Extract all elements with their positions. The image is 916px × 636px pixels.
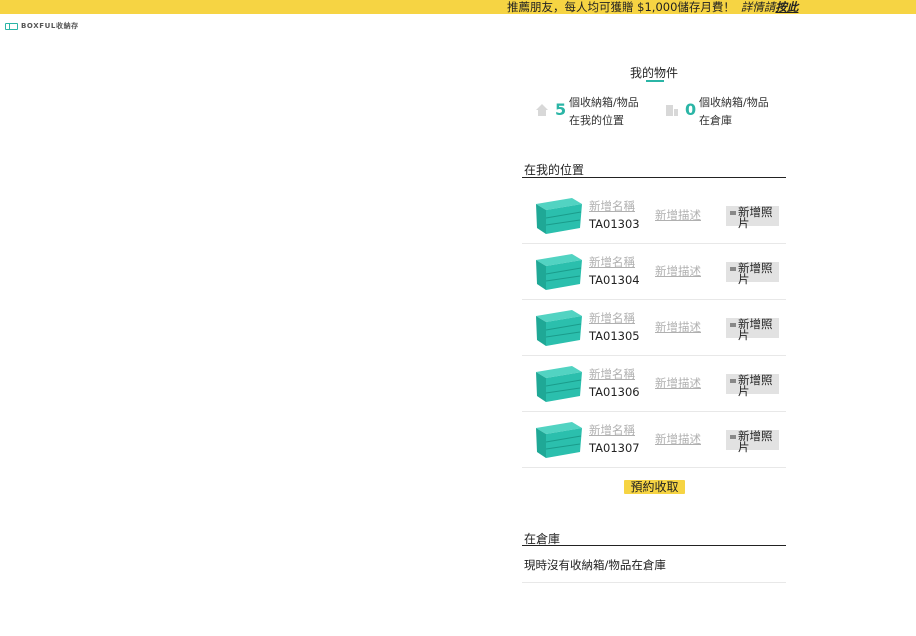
- item-name-link[interactable]: 新增名稱: [589, 422, 635, 438]
- promo-detail: 詳情請: [740, 0, 776, 14]
- item-description-link[interactable]: 新增描述: [655, 263, 701, 279]
- camera-icon: [730, 435, 736, 439]
- list-item: 新增名稱 TA01305 新增描述 新增照片: [522, 300, 786, 356]
- home-count: 5: [555, 100, 567, 119]
- warehouse-empty-message: 現時沒有收納箱/物品在倉庫: [524, 558, 666, 572]
- summary-in-warehouse: 0 個收納箱/物品 在倉庫: [665, 94, 769, 130]
- warehouse-icon: [666, 105, 678, 116]
- item-description-link[interactable]: 新增描述: [655, 431, 701, 447]
- boxful-logo[interactable]: BOXFUL收納存: [5, 21, 79, 31]
- section-title-my-location: 在我的位置: [524, 163, 585, 177]
- camera-icon: [730, 267, 736, 271]
- add-photo-button[interactable]: 新增照片: [726, 261, 779, 286]
- summary-at-home: 5 個收納箱/物品 在我的位置: [535, 94, 639, 130]
- add-photo-label: 新增照片: [738, 205, 773, 230]
- promo-banner: 推薦朋友，每人均可獲贈 $1,000儲存月費！ 詳情請按此: [0, 0, 916, 14]
- list-item: 新增名稱 TA01304 新增描述 新增照片: [522, 244, 786, 300]
- camera-icon: [730, 379, 736, 383]
- schedule-pickup-button[interactable]: 預約收取: [624, 480, 685, 494]
- tab-my-items[interactable]: 我的物件: [630, 64, 678, 81]
- add-photo-label: 新增照片: [738, 429, 773, 454]
- list-item: 新增名稱 TA01306 新增描述 新增照片: [522, 356, 786, 412]
- section-divider: [522, 545, 786, 546]
- add-photo-label: 新增照片: [738, 373, 773, 398]
- section-divider: [522, 177, 786, 178]
- add-photo-label: 新增照片: [738, 261, 773, 286]
- add-photo-button[interactable]: 新增照片: [726, 373, 779, 398]
- item-name-link[interactable]: 新增名稱: [589, 198, 635, 214]
- home-count-description: 個收納箱/物品 在我的位置: [569, 96, 639, 127]
- camera-icon: [730, 211, 736, 215]
- list-item: 新增名稱 TA01303 新增描述 新增照片: [522, 188, 786, 244]
- item-description-link[interactable]: 新增描述: [655, 319, 701, 335]
- item-description-link[interactable]: 新增描述: [655, 207, 701, 223]
- item-name-link[interactable]: 新增名稱: [589, 254, 635, 270]
- logo-text: BOXFUL收納存: [21, 22, 79, 30]
- warehouse-count: 0: [685, 100, 697, 119]
- item-code: TA01305: [589, 329, 640, 343]
- home-icon: [536, 104, 548, 116]
- promo-link[interactable]: 按此: [775, 0, 798, 14]
- storage-box-icon: [536, 310, 582, 346]
- list-item: 新增名稱 TA01307 新增描述 新增照片: [522, 412, 786, 468]
- promo-message: 推薦朋友，每人均可獲贈 $1,000儲存月費！: [507, 0, 735, 14]
- list-divider: [522, 582, 786, 583]
- add-photo-button[interactable]: 新增照片: [726, 429, 779, 454]
- storage-box-icon: [536, 198, 582, 234]
- storage-box-icon: [536, 422, 582, 458]
- item-code: TA01304: [589, 273, 640, 287]
- item-code: TA01307: [589, 441, 640, 455]
- storage-box-icon: [536, 254, 582, 290]
- item-description-link[interactable]: 新增描述: [655, 375, 701, 391]
- my-location-items-list: 新增名稱 TA01303 新增描述 新增照片 新增名稱 TA01304 新增描述…: [522, 188, 786, 468]
- item-name-link[interactable]: 新增名稱: [589, 366, 635, 382]
- storage-box-icon: [536, 366, 582, 402]
- warehouse-count-description: 個收納箱/物品 在倉庫: [699, 96, 769, 127]
- box-logo-icon: [5, 22, 18, 30]
- add-photo-label: 新增照片: [738, 317, 773, 342]
- item-code: TA01306: [589, 385, 640, 399]
- add-photo-button[interactable]: 新增照片: [726, 317, 779, 342]
- add-photo-button[interactable]: 新增照片: [726, 205, 779, 230]
- item-code: TA01303: [589, 217, 640, 231]
- camera-icon: [730, 323, 736, 327]
- promo-message-wrap: 推薦朋友，每人均可獲贈 $1,000儲存月費！ 詳情請按此: [507, 0, 798, 14]
- item-name-link[interactable]: 新增名稱: [589, 310, 635, 326]
- active-tab-indicator: [646, 80, 664, 82]
